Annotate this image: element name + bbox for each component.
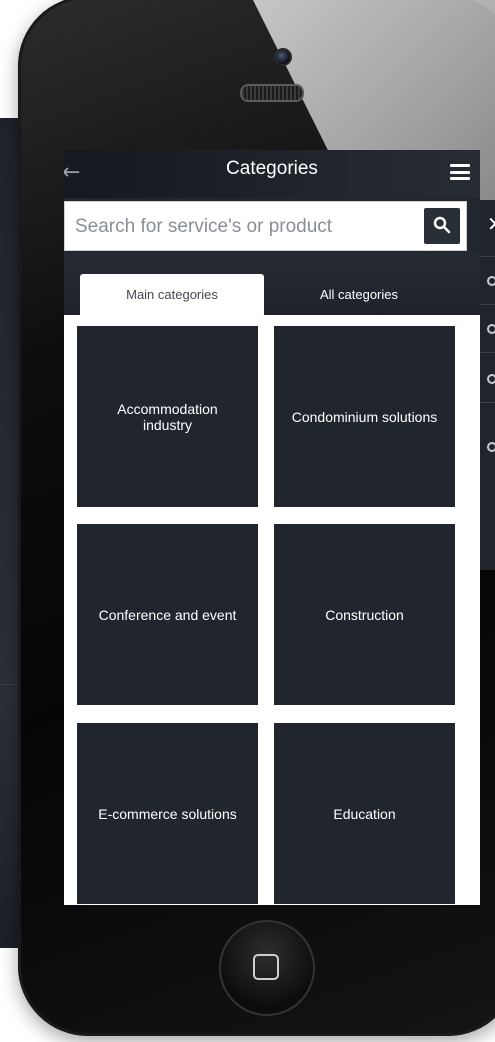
menu-item-icon[interactable] [487, 442, 495, 452]
category-tile-conference[interactable]: Conference and event [77, 524, 258, 705]
home-button[interactable] [219, 920, 315, 1016]
category-label: Accommodation industry [117, 400, 218, 433]
search-button[interactable] [424, 208, 460, 244]
tab-main-categories[interactable]: Main categories [80, 274, 264, 316]
top-bar: ← Categories [64, 150, 480, 198]
camera-icon [274, 48, 292, 66]
category-label: Construction [325, 606, 404, 623]
tab-all-categories[interactable]: All categories [267, 274, 451, 316]
category-label: E-commerce solutions [98, 805, 237, 822]
category-tile-ecommerce[interactable]: E-commerce solutions [77, 723, 258, 904]
menu-item-icon[interactable] [487, 324, 495, 334]
category-label: Conference and event [98, 606, 237, 623]
page-title: Categories [226, 158, 318, 179]
category-tile-condominium[interactable]: Condominium solutions [274, 326, 455, 507]
home-button-icon [253, 954, 279, 980]
menu-item-icon[interactable] [487, 374, 495, 384]
category-grid: Accommodation industry Condominium solut… [64, 315, 480, 905]
category-tile-construction[interactable]: Construction [274, 524, 455, 705]
search-input[interactable] [73, 202, 417, 252]
search-icon [433, 216, 451, 234]
close-icon[interactable]: ✕ [487, 212, 495, 236]
category-tile-accommodation[interactable]: Accommodation industry [77, 326, 258, 507]
category-label: Condominium solutions [291, 408, 438, 425]
search-bar [64, 201, 467, 252]
category-tile-education[interactable]: Education [274, 723, 455, 904]
speaker-grille [240, 84, 304, 102]
app-screen: ← Categories Main categories All categor… [64, 150, 480, 905]
menu-item-icon[interactable] [487, 276, 495, 286]
category-label: Education [333, 805, 396, 822]
hamburger-icon[interactable] [450, 164, 470, 180]
